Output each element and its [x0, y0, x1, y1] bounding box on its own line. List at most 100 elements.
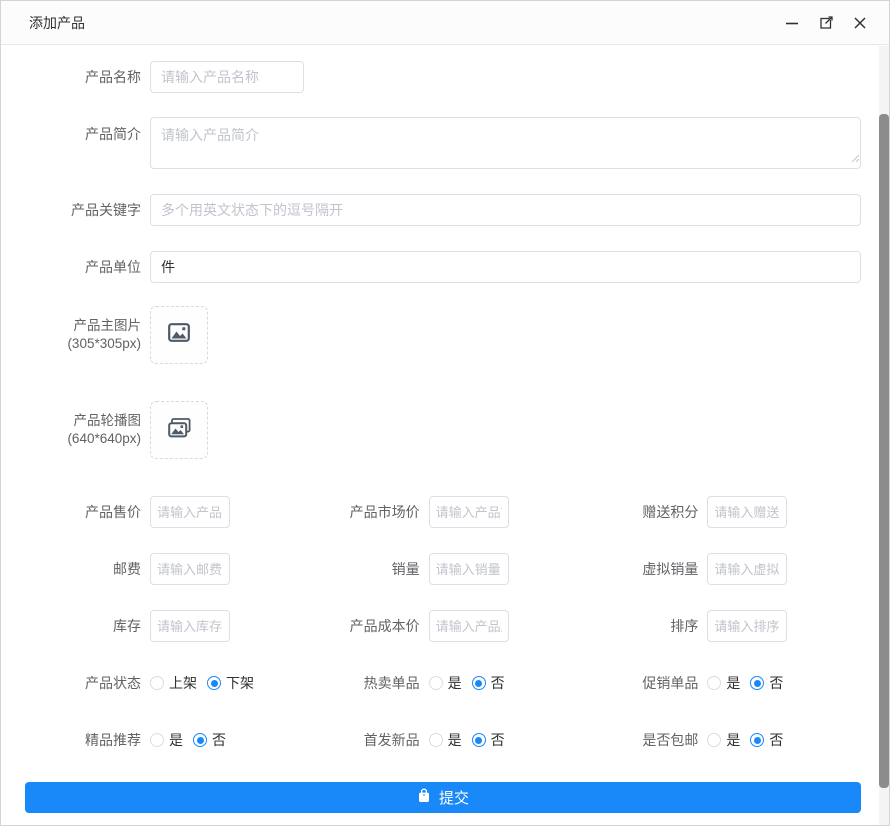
radio-option-no[interactable]: 否: [750, 730, 783, 750]
radio-icon: [429, 676, 443, 690]
sale-price-input[interactable]: [150, 496, 230, 528]
field-cost-price: 产品成本价: [304, 610, 583, 642]
field-product-status: 产品状态 上架 下架: [25, 673, 304, 693]
radio-label: 否: [491, 673, 505, 693]
radio-option-on-shelf[interactable]: 上架: [150, 673, 197, 693]
radio-icon: [707, 733, 721, 747]
minimize-icon: [785, 16, 799, 30]
submit-button[interactable]: 提交: [25, 782, 861, 813]
product-intro-label: 产品简介: [25, 125, 141, 143]
radio-icon: [429, 733, 443, 747]
promo-item-label: 促销单品: [582, 674, 698, 692]
row-stock-fields: 库存 产品成本价 排序: [25, 610, 861, 642]
field-promo-item: 促销单品 是 否: [582, 673, 861, 693]
main-image-label: 产品主图片 (305*305px): [25, 317, 141, 352]
field-stock: 库存: [25, 610, 304, 642]
sales-label: 销量: [304, 560, 420, 578]
radio-label: 是: [169, 730, 183, 750]
radio-option-no[interactable]: 否: [472, 673, 505, 693]
scrollbar-thumb[interactable]: [879, 114, 889, 788]
product-unit-input[interactable]: [150, 251, 861, 283]
radio-option-no[interactable]: 否: [193, 730, 226, 750]
product-keywords-input[interactable]: [150, 194, 861, 226]
product-intro-textarea-wrap: [150, 117, 861, 169]
radio-icon: [472, 676, 486, 690]
images-stack-icon: [168, 418, 191, 443]
radio-icon: [750, 733, 764, 747]
bag-icon: [417, 788, 431, 807]
radio-label: 是: [448, 730, 462, 750]
market-price-label: 产品市场价: [304, 503, 420, 521]
product-intro-textarea[interactable]: [150, 117, 861, 169]
main-image-upload[interactable]: [150, 306, 208, 364]
radio-label: 是: [726, 673, 740, 693]
gift-points-input[interactable]: [707, 496, 787, 528]
field-sort: 排序: [582, 610, 861, 642]
field-hot-item: 热卖单品 是 否: [304, 673, 583, 693]
close-button[interactable]: [849, 12, 871, 34]
radio-option-yes[interactable]: 是: [429, 673, 462, 693]
radio-option-no[interactable]: 否: [750, 673, 783, 693]
radio-option-off-shelf[interactable]: 下架: [207, 673, 254, 693]
hot-item-label: 热卖单品: [304, 674, 420, 692]
product-unit-label: 产品单位: [25, 258, 141, 276]
row-status-radios: 产品状态 上架 下架 热卖单品 是: [25, 667, 861, 699]
field-virtual-sales: 虚拟销量: [582, 553, 861, 585]
field-product-name: 产品名称: [25, 61, 861, 93]
market-price-input[interactable]: [429, 496, 509, 528]
virtual-sales-input[interactable]: [707, 553, 787, 585]
radio-icon: [750, 676, 764, 690]
radio-label: 否: [491, 730, 505, 750]
window-controls: [781, 12, 871, 34]
radio-option-no[interactable]: 否: [472, 730, 505, 750]
field-gift-points: 赠送积分: [582, 496, 861, 528]
field-product-intro: 产品简介: [25, 117, 861, 169]
radio-icon: [207, 676, 221, 690]
product-name-label: 产品名称: [25, 68, 141, 86]
radio-label: 下架: [226, 673, 254, 693]
radio-label: 否: [212, 730, 226, 750]
form-scroll-area: 产品名称 产品简介 产品关键字 产品单位: [1, 46, 889, 825]
promo-item-radio-group: 是 否: [707, 673, 793, 693]
sort-input[interactable]: [707, 610, 787, 642]
sort-label: 排序: [582, 617, 698, 635]
field-postage: 邮费: [25, 553, 304, 585]
radio-option-yes[interactable]: 是: [429, 730, 462, 750]
cost-price-input[interactable]: [429, 610, 509, 642]
carousel-image-label: 产品轮播图 (640*640px): [25, 412, 141, 447]
product-status-label: 产品状态: [25, 674, 141, 692]
product-status-radio-group: 上架 下架: [150, 673, 264, 693]
row-price-fields: 产品售价 产品市场价 赠送积分: [25, 496, 861, 528]
radio-option-yes[interactable]: 是: [707, 673, 740, 693]
product-keywords-label: 产品关键字: [25, 201, 141, 219]
maximize-icon: [819, 15, 834, 30]
field-main-image: 产品主图片 (305*305px): [25, 306, 861, 364]
free-shipping-label: 是否包邮: [582, 731, 698, 749]
field-first-new: 首发新品 是 否: [304, 730, 583, 750]
radio-label: 是: [726, 730, 740, 750]
field-free-shipping: 是否包邮 是 否: [582, 730, 861, 750]
close-icon: [853, 16, 867, 30]
radio-icon: [472, 733, 486, 747]
sale-price-label: 产品售价: [25, 503, 141, 521]
minimize-button[interactable]: [781, 12, 803, 34]
hot-item-radio-group: 是 否: [429, 673, 515, 693]
stock-input[interactable]: [150, 610, 230, 642]
field-sales: 销量: [304, 553, 583, 585]
postage-input[interactable]: [150, 553, 230, 585]
sales-input[interactable]: [429, 553, 509, 585]
field-carousel-image: 产品轮播图 (640*640px): [25, 401, 861, 459]
maximize-button[interactable]: [815, 12, 837, 34]
field-market-price: 产品市场价: [304, 496, 583, 528]
radio-option-yes[interactable]: 是: [150, 730, 183, 750]
image-icon: [168, 323, 190, 347]
titlebar: 添加产品: [1, 1, 889, 45]
cost-price-label: 产品成本价: [304, 617, 420, 635]
first-new-radio-group: 是 否: [429, 730, 515, 750]
field-product-keywords: 产品关键字: [25, 194, 861, 226]
first-new-label: 首发新品: [304, 731, 420, 749]
carousel-image-upload[interactable]: [150, 401, 208, 459]
radio-option-yes[interactable]: 是: [707, 730, 740, 750]
submit-label: 提交: [439, 787, 469, 808]
product-name-input[interactable]: [150, 61, 304, 93]
